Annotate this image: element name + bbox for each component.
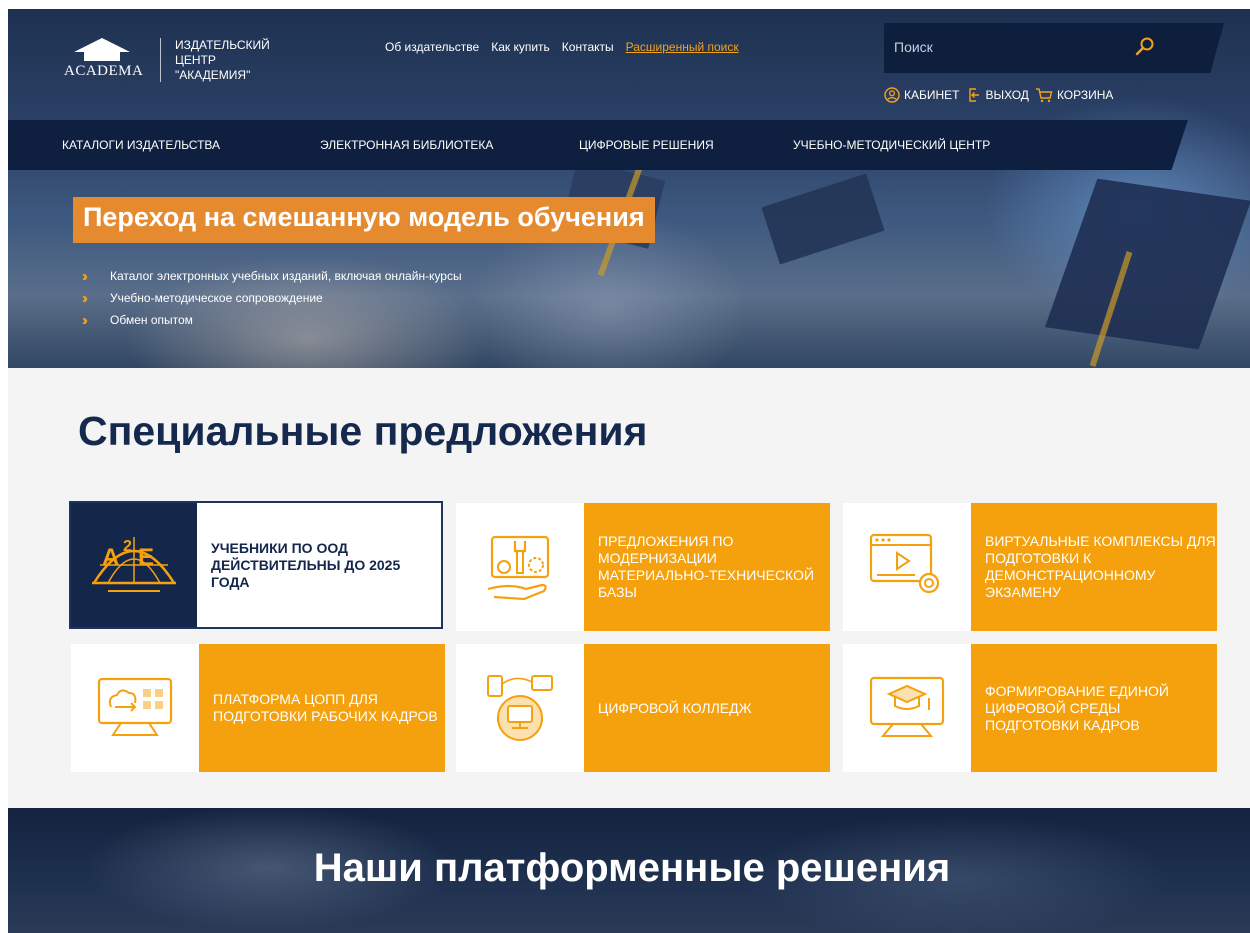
banner-bullet: ›› Обмен опытом bbox=[82, 309, 462, 331]
nav-link-contacts[interactable]: Контакты bbox=[562, 40, 614, 54]
search-box[interactable]: Поиск bbox=[884, 23, 1224, 73]
platform-solutions-section: Наши платформенные решения bbox=[8, 808, 1250, 933]
devices-icon bbox=[487, 675, 553, 741]
cart-label: КОРЗИНА bbox=[1056, 88, 1114, 102]
cart-link[interactable]: КОРЗИНА bbox=[1035, 87, 1113, 103]
svg-text:E: E bbox=[138, 544, 154, 571]
search-icon[interactable] bbox=[1134, 36, 1156, 58]
logout-label: ВЫХОД bbox=[985, 88, 1029, 102]
svg-text:A: A bbox=[102, 544, 119, 571]
logo-link[interactable]: ACADEMA ИЗДАТЕЛЬСКИЙ ЦЕНТР "АКАДЕМИЯ" bbox=[62, 30, 305, 90]
tools-hand-icon bbox=[487, 535, 550, 601]
graduation-cap-decor bbox=[761, 173, 885, 265]
offer-icon-box bbox=[456, 503, 584, 631]
graduation-monitor-icon bbox=[869, 676, 945, 737]
user-links: КАБИНЕТ ВЫХОД КОРЗИНА bbox=[884, 87, 1113, 103]
chevron-right-icon: ›› bbox=[82, 289, 88, 307]
brand-name: ИЗДАТЕЛЬСКИЙ ЦЕНТР "АКАДЕМИЯ" bbox=[175, 38, 305, 83]
banner-bullets: ›› Каталог электронных учебных изданий, … bbox=[82, 265, 462, 331]
offer-card-label: ФОРМИРОВАНИЕ ЕДИНОЙ ЦИФРОВОЙ СРЕДЫ ПОДГО… bbox=[971, 644, 1217, 772]
banner-bullet-text: Обмен опытом bbox=[110, 313, 193, 327]
special-offers-section: Специальные предложения A 2 E УЧЕБНИКИ П… bbox=[8, 368, 1250, 808]
a2e-globe-icon: A 2 E bbox=[92, 537, 176, 592]
logout-icon bbox=[968, 88, 979, 102]
offer-icon-box: A 2 E bbox=[71, 503, 197, 627]
offer-card-unified-environment[interactable]: ФОРМИРОВАНИЕ ЕДИНОЙ ЦИФРОВОЙ СРЕДЫ ПОДГО… bbox=[843, 644, 1217, 772]
main-nav-library[interactable]: ЭЛЕКТРОННАЯ БИБЛИОТЕКА bbox=[320, 138, 493, 152]
offer-card-virtual-complexes[interactable]: ВИРТУАЛЬНЫЕ КОМПЛЕКСЫ ДЛЯ ПОДГОТОВКИ К Д… bbox=[843, 503, 1217, 631]
offer-card-modernization[interactable]: ПРЕДЛОЖЕНИЯ ПО МОДЕРНИЗАЦИИ МАТЕРИАЛЬНО-… bbox=[456, 503, 830, 631]
banner-bullet-text: Учебно-методическое сопровождение bbox=[110, 291, 323, 305]
offer-icon-box bbox=[843, 644, 971, 772]
main-nav-method-center[interactable]: УЧЕБНО-МЕТОДИЧЕСКИЙ ЦЕНТР bbox=[793, 138, 990, 152]
offer-card-digital-college[interactable]: ЦИФРОВОЙ КОЛЛЕДЖ bbox=[456, 644, 830, 772]
nav-link-about[interactable]: Об издательстве bbox=[385, 40, 479, 54]
offer-card-label: ЦИФРОВОЙ КОЛЛЕДЖ bbox=[584, 644, 830, 772]
svg-text:2: 2 bbox=[123, 538, 132, 555]
banner-bullet-text: Каталог электронных учебных изданий, вкл… bbox=[110, 269, 462, 283]
offer-card-textbooks[interactable]: A 2 E УЧЕБНИКИ ПО ООД ДЕЙСТВИТЕЛЬНЫ ДО 2… bbox=[69, 501, 443, 629]
brand-line-1: ИЗДАТЕЛЬСКИЙ ЦЕНТР bbox=[175, 37, 270, 67]
video-gear-icon bbox=[869, 533, 940, 594]
brand-line-2: "АКАДЕМИЯ" bbox=[175, 67, 251, 82]
main-nav-digital[interactable]: ЦИФРОВЫЕ РЕШЕНИЯ bbox=[579, 138, 714, 152]
banner-bullet: ›› Каталог электронных учебных изданий, … bbox=[82, 265, 462, 287]
offer-icon-box bbox=[843, 503, 971, 631]
offer-icon-box bbox=[456, 644, 584, 772]
search-input[interactable]: Поиск bbox=[894, 39, 933, 55]
top-nav: Об издательстве Как купить Контакты Расш… bbox=[385, 40, 739, 54]
chevron-right-icon: ›› bbox=[82, 267, 88, 285]
offer-card-label: ПРЕДЛОЖЕНИЯ ПО МОДЕРНИЗАЦИИ МАТЕРИАЛЬНО-… bbox=[584, 503, 830, 631]
logo-divider bbox=[160, 38, 161, 82]
cloud-monitor-icon bbox=[97, 677, 173, 736]
platform-solutions-title: Наши платформенные решения bbox=[313, 846, 951, 890]
advanced-search-link[interactable]: Расширенный поиск bbox=[626, 40, 739, 54]
offer-card-label: ВИРТУАЛЬНЫЕ КОМПЛЕКСЫ ДЛЯ ПОДГОТОВКИ К Д… bbox=[971, 503, 1217, 631]
logo-text: ACADEMA bbox=[64, 63, 144, 79]
logout-link[interactable]: ВЫХОД bbox=[966, 87, 1029, 103]
graduation-hat-icon bbox=[74, 38, 130, 52]
chevron-right-icon: ›› bbox=[82, 311, 88, 329]
cabinet-label: КАБИНЕТ bbox=[904, 88, 960, 102]
hat-base bbox=[84, 52, 120, 61]
graduation-cap-decor bbox=[1044, 178, 1250, 350]
main-nav: КАТАЛОГИ ИЗДАТЕЛЬСТВА ЭЛЕКТРОННАЯ БИБЛИО… bbox=[8, 120, 1188, 170]
offer-card-label: УЧЕБНИКИ ПО ООД ДЕЙСТВИТЕЛЬНЫ ДО 2025 ГО… bbox=[197, 503, 441, 627]
main-nav-catalogs[interactable]: КАТАЛОГИ ИЗДАТЕЛЬСТВА bbox=[62, 138, 220, 152]
banner-title[interactable]: Переход на смешанную модель обучения bbox=[73, 197, 655, 243]
cart-icon bbox=[1035, 88, 1053, 103]
nav-link-how-to-buy[interactable]: Как купить bbox=[491, 40, 550, 54]
special-offers-title: Специальные предложения bbox=[78, 408, 648, 454]
offer-card-copp-platform[interactable]: ПЛАТФОРМА ЦОПП ДЛЯ ПОДГОТОВКИ РАБОЧИХ КА… bbox=[71, 644, 445, 772]
user-icon bbox=[884, 87, 900, 103]
cabinet-link[interactable]: КАБИНЕТ bbox=[884, 87, 960, 103]
offer-card-label: ПЛАТФОРМА ЦОПП ДЛЯ ПОДГОТОВКИ РАБОЧИХ КА… bbox=[199, 644, 445, 772]
academia-logo: ACADEMA bbox=[62, 30, 154, 90]
banner-bullet: ›› Учебно-методическое сопровождение bbox=[82, 287, 462, 309]
offer-icon-box bbox=[71, 644, 199, 772]
